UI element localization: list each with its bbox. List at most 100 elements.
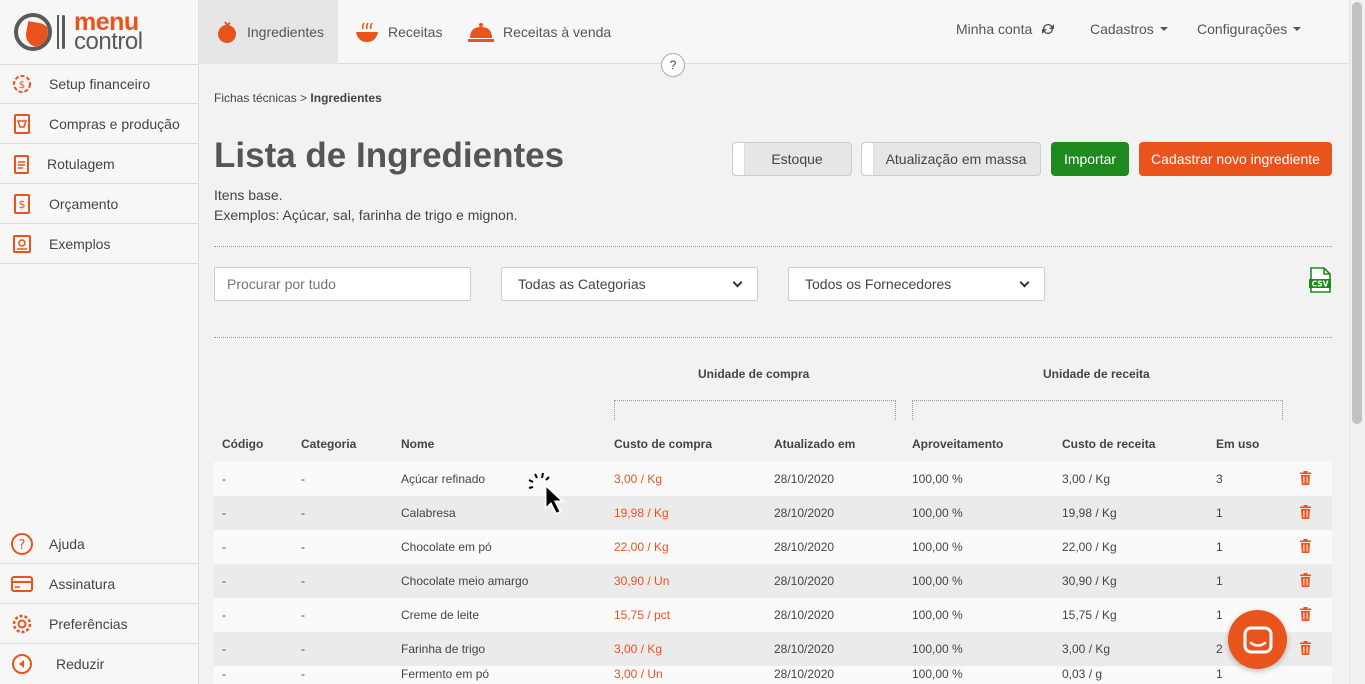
tab-receitas-a-venda[interactable]: Receitas à venda bbox=[451, 0, 627, 64]
logo-clock-icon bbox=[14, 13, 52, 51]
tab-ingredientes[interactable]: Ingredientes bbox=[199, 0, 338, 64]
column-header-codigo[interactable]: Código bbox=[222, 437, 263, 451]
cell-nome[interactable]: Farinha de trigo bbox=[401, 632, 485, 666]
cell-custo-compra[interactable]: 22,00 / Kg bbox=[614, 530, 669, 564]
cell-nome[interactable]: Creme de leite bbox=[401, 598, 479, 632]
csv-export-icon[interactable]: CSV bbox=[1309, 267, 1331, 293]
group-bracket-compra bbox=[614, 400, 896, 420]
cell-nome[interactable]: Chocolate em pó bbox=[401, 530, 492, 564]
sidebar-item-reduzir[interactable]: Reduzir bbox=[0, 644, 199, 684]
refresh-icon bbox=[1042, 24, 1055, 34]
cell-atualizado: 28/10/2020 bbox=[774, 642, 835, 656]
tab-receitas[interactable]: Receitas bbox=[338, 0, 458, 64]
my-account-link[interactable]: Minha conta bbox=[956, 0, 1056, 58]
cell-aproveitamento: 100,00 % bbox=[912, 540, 963, 554]
cell-categoria: - bbox=[301, 472, 305, 486]
sidebar-item-label: Assinatura bbox=[49, 575, 116, 592]
table-row[interactable]: - - Farinha de trigo 3,00 / Kg 28/10/202… bbox=[214, 632, 1332, 666]
sidebar-item-setup-financeiro[interactable]: $ Setup financeiro bbox=[0, 64, 198, 104]
trash-icon[interactable] bbox=[1300, 607, 1311, 621]
sidebar-item-assinatura[interactable]: Assinatura bbox=[0, 564, 199, 604]
column-header-aproveitamento[interactable]: Aproveitamento bbox=[912, 437, 1003, 451]
chevron-down-icon bbox=[1019, 277, 1030, 287]
column-header-custo-receita[interactable]: Custo de receita bbox=[1062, 437, 1155, 451]
sidebar-item-orcamento[interactable]: $ Orçamento bbox=[0, 184, 198, 224]
page-examples: Exemplos: Açúcar, sal, farinha de trigo … bbox=[214, 207, 518, 223]
supplier-select[interactable]: Todos os Fornecedores bbox=[788, 267, 1045, 301]
cell-custo-compra[interactable]: 3,00 / Kg bbox=[614, 462, 662, 496]
cell-atualizado: 28/10/2020 bbox=[774, 472, 835, 486]
cadastros-dropdown[interactable]: Cadastros bbox=[1090, 0, 1168, 58]
toggle-knob bbox=[862, 143, 874, 175]
cell-custo-compra[interactable]: 30,90 / Un bbox=[614, 564, 669, 598]
collapse-icon bbox=[10, 652, 34, 676]
cell-categoria: - bbox=[301, 540, 305, 554]
tab-label: Receitas bbox=[388, 24, 443, 40]
cell-nome[interactable]: Chocolate meio amargo bbox=[401, 564, 528, 598]
divider bbox=[214, 337, 1332, 338]
column-header-categoria[interactable]: Categoria bbox=[301, 437, 356, 451]
table-row[interactable]: - - Creme de leite 15,75 / pct 28/10/202… bbox=[214, 598, 1332, 632]
sidebar-item-label: Exemplos bbox=[49, 235, 111, 252]
sidebar-item-label: Preferências bbox=[49, 615, 128, 632]
cell-custo-compra[interactable]: 19,98 / Kg bbox=[614, 496, 669, 530]
trash-icon[interactable] bbox=[1300, 471, 1311, 485]
sidebar-item-preferencias[interactable]: Preferências bbox=[0, 604, 199, 644]
credit-card-icon bbox=[10, 572, 34, 596]
mass-update-toggle-button[interactable]: Atualização em massa bbox=[861, 142, 1041, 176]
chat-icon bbox=[1243, 626, 1272, 653]
cell-aproveitamento: 100,00 % bbox=[912, 667, 963, 681]
cell-custo-compra[interactable]: 15,75 / pct bbox=[614, 598, 670, 632]
cell-em-uso: 1 bbox=[1216, 608, 1223, 622]
cell-nome[interactable]: Açúcar refinado bbox=[401, 462, 485, 496]
trash-icon[interactable] bbox=[1300, 505, 1311, 519]
caret-down-icon bbox=[1159, 27, 1168, 31]
category-select[interactable]: Todas as Categorias bbox=[501, 267, 758, 301]
mass-update-label: Atualização em massa bbox=[885, 151, 1027, 167]
estoque-toggle-button[interactable]: Estoque bbox=[732, 142, 852, 176]
sidebar-item-compras[interactable]: Compras e produção bbox=[0, 104, 198, 144]
cell-custo-compra[interactable]: 3,00 / Un bbox=[614, 666, 663, 684]
sidebar-item-ajuda[interactable]: ? Ajuda bbox=[0, 524, 199, 564]
sidebar-item-rotulagem[interactable]: Rotulagem bbox=[0, 144, 198, 184]
cadastros-label: Cadastros bbox=[1090, 21, 1154, 37]
table-row[interactable]: - - Açúcar refinado 3,00 / Kg 28/10/2020… bbox=[214, 462, 1332, 496]
table-row[interactable]: - - Fermento em pó 3,00 / Un 28/10/2020 … bbox=[214, 666, 1332, 684]
table-row[interactable]: - - Chocolate meio amargo 30,90 / Un 28/… bbox=[214, 564, 1332, 598]
cell-custo-receita: 19,98 / Kg bbox=[1062, 506, 1117, 520]
cell-custo-receita: 3,00 / Kg bbox=[1062, 472, 1111, 486]
trash-icon[interactable] bbox=[1300, 641, 1311, 655]
group-bracket-receita bbox=[912, 400, 1283, 420]
sidebar-item-label: Ajuda bbox=[49, 535, 85, 552]
toggle-knob bbox=[733, 143, 745, 175]
chat-button[interactable] bbox=[1228, 610, 1287, 669]
trash-icon[interactable] bbox=[1300, 539, 1311, 553]
table-row[interactable]: - - Calabresa 19,98 / Kg 28/10/2020 100,… bbox=[214, 496, 1332, 530]
logo[interactable]: menu control bbox=[0, 0, 198, 64]
caret-down-icon bbox=[1293, 27, 1302, 31]
sidebar-item-label: Reduzir bbox=[56, 656, 105, 672]
scrollbar-thumb[interactable] bbox=[1352, 2, 1362, 424]
search-input[interactable] bbox=[214, 267, 471, 301]
column-header-custo-compra[interactable]: Custo de compra bbox=[614, 437, 712, 451]
configuracoes-dropdown[interactable]: Configurações bbox=[1197, 0, 1302, 58]
column-header-nome[interactable]: Nome bbox=[401, 437, 434, 451]
supplier-select-value: Todos os Fornecedores bbox=[805, 276, 952, 292]
help-button[interactable]: ? bbox=[661, 53, 685, 77]
cell-codigo: - bbox=[222, 540, 226, 554]
cell-nome[interactable]: Calabresa bbox=[401, 496, 456, 530]
sidebar-item-exemplos[interactable]: Exemplos bbox=[0, 224, 198, 264]
table-row[interactable]: - - Chocolate em pó 22,00 / Kg 28/10/202… bbox=[214, 530, 1332, 564]
new-ingredient-button[interactable]: Cadastrar novo ingrediente bbox=[1139, 142, 1332, 176]
import-button[interactable]: Importar bbox=[1051, 142, 1129, 176]
gear-dollar-icon: $ bbox=[10, 72, 34, 96]
cell-codigo: - bbox=[222, 506, 226, 520]
trash-icon[interactable] bbox=[1300, 573, 1311, 587]
breadcrumb-parent[interactable]: Fichas técnicas bbox=[214, 91, 297, 105]
scrollbar[interactable] bbox=[1349, 0, 1365, 684]
page-title: Lista de Ingredientes bbox=[214, 136, 565, 175]
cell-custo-compra[interactable]: 3,00 / Kg bbox=[614, 632, 662, 666]
column-header-atualizado[interactable]: Atualizado em bbox=[774, 437, 855, 451]
cell-nome[interactable]: Fermento em pó bbox=[401, 666, 489, 684]
column-header-em-uso[interactable]: Em uso bbox=[1216, 437, 1259, 451]
